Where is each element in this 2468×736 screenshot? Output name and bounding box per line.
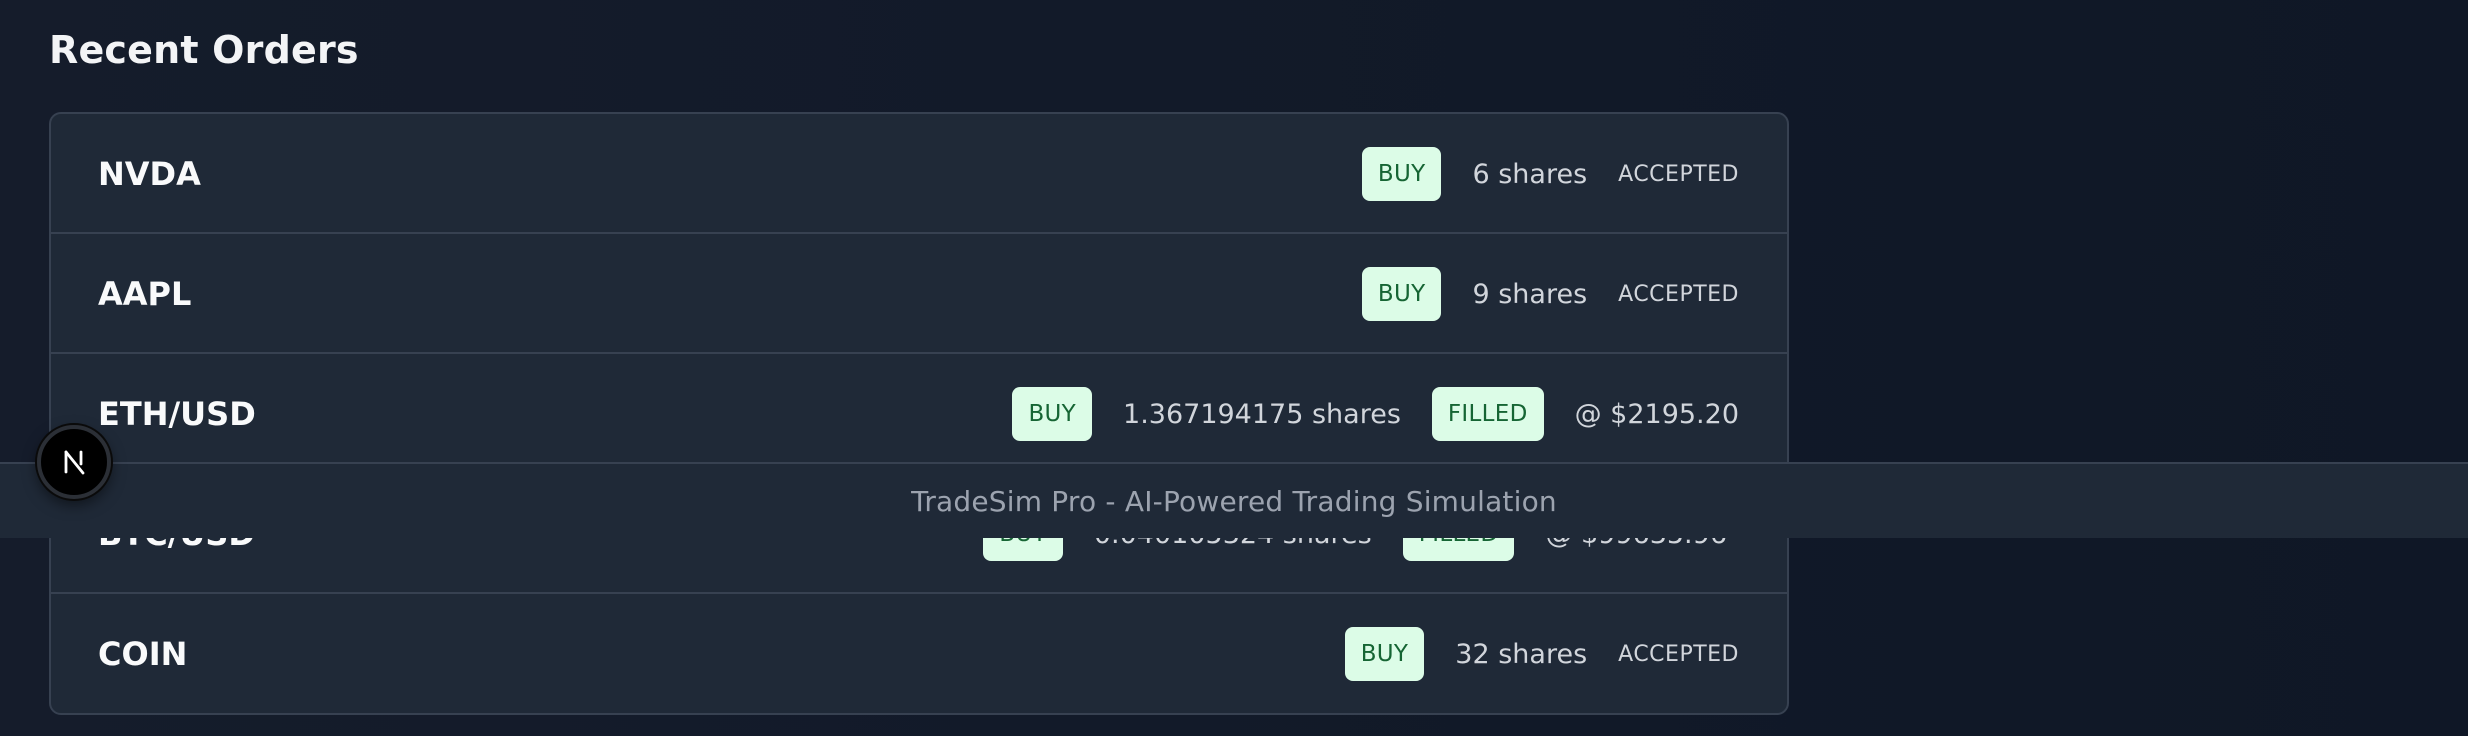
order-side-badge: BUY (1012, 387, 1093, 441)
order-details: BUY 32 shares ACCEPTED (1344, 594, 1739, 713)
order-symbol: COIN (98, 635, 188, 673)
order-status: ACCEPTED (1618, 281, 1739, 307)
order-details: BUY 1.367194175 shares FILLED @ $2195.20 (1012, 354, 1739, 474)
order-symbol: AAPL (98, 275, 192, 313)
order-side-badge: BUY (1361, 147, 1442, 201)
order-quantity: 9 shares (1472, 278, 1588, 310)
order-status: ACCEPTED (1618, 641, 1739, 667)
order-quantity: 1.367194175 shares (1123, 398, 1401, 430)
order-quantity: 32 shares (1455, 638, 1588, 670)
order-symbol: ETH/USD (98, 395, 256, 433)
nextjs-logo-icon (64, 450, 85, 475)
order-status: ACCEPTED (1618, 161, 1739, 187)
order-row[interactable]: ETH/USD BUY 1.367194175 shares FILLED @ … (51, 354, 1787, 474)
order-details: BUY 6 shares ACCEPTED (1361, 114, 1739, 234)
order-quantity: 6 shares (1472, 158, 1588, 190)
order-side-badge: BUY (1361, 267, 1442, 321)
footer-bar: TradeSim Pro - AI-Powered Trading Simula… (0, 462, 2468, 538)
orders-list: NVDA BUY 6 shares ACCEPTED AAPL BUY 9 sh… (49, 112, 1789, 715)
order-row[interactable]: AAPL BUY 9 shares ACCEPTED (51, 234, 1787, 354)
order-status-badge: FILLED (1431, 387, 1544, 441)
order-side-badge: BUY (1344, 627, 1425, 681)
order-details: BUY 9 shares ACCEPTED (1361, 234, 1739, 354)
order-row[interactable]: NVDA BUY 6 shares ACCEPTED (51, 114, 1787, 234)
order-row[interactable]: COIN BUY 32 shares ACCEPTED (51, 594, 1787, 713)
footer-text: TradeSim Pro - AI-Powered Trading Simula… (911, 485, 1557, 518)
order-symbol: NVDA (98, 155, 201, 193)
order-fill-price: @ $2195.20 (1574, 398, 1739, 430)
nextjs-dev-indicator-button[interactable] (37, 425, 111, 499)
page-title: Recent Orders (49, 28, 359, 72)
